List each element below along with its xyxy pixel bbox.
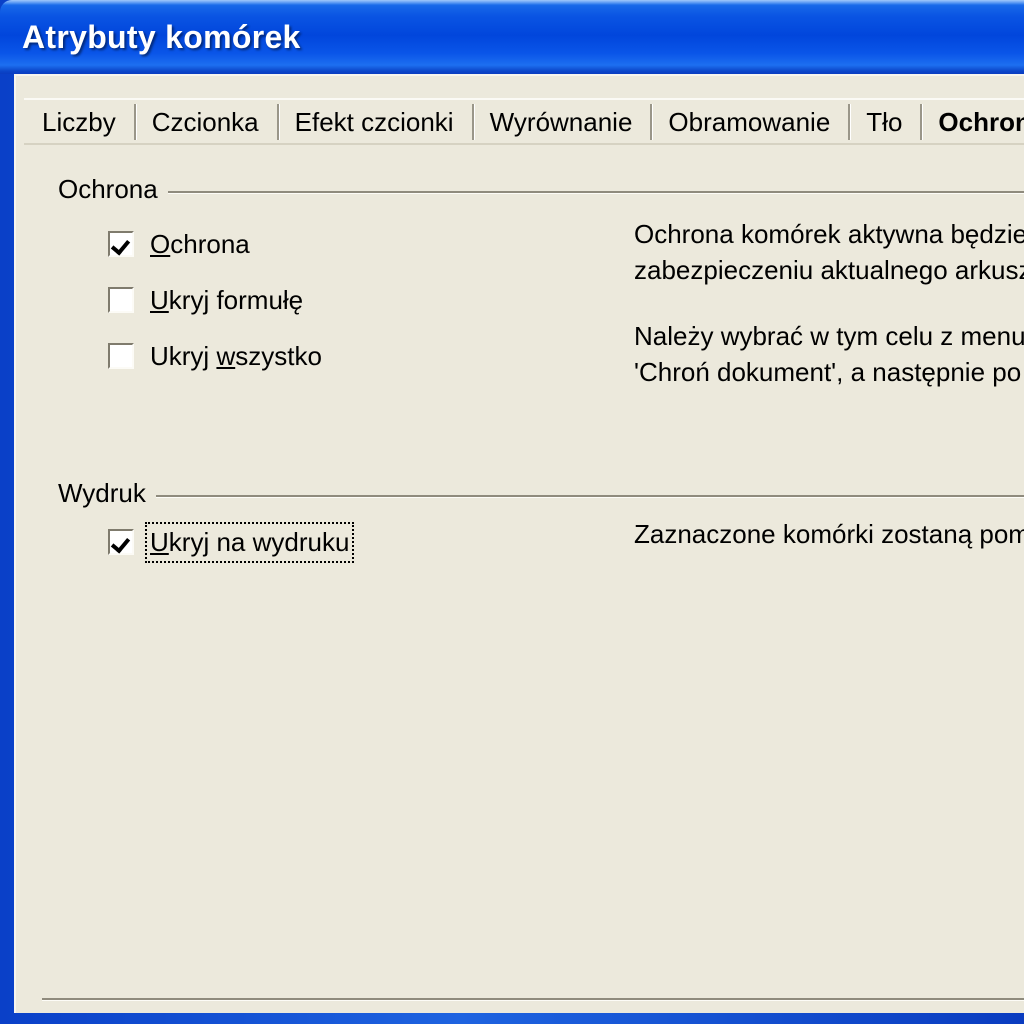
window-title: Atrybuty komórek xyxy=(22,19,301,55)
protection-description-line-3: Należy wybrać w tym celu z menu xyxy=(634,321,1024,351)
checkbox-ukryj-wszystko-label[interactable]: Ukryj wszystko xyxy=(150,341,322,372)
group-wydruk-rule xyxy=(58,495,1024,497)
checkbox-ukryj-formule-label[interactable]: Ukryj formułę xyxy=(150,285,303,316)
tab-label: Efekt czcionki xyxy=(294,106,454,137)
tab-strip-underline xyxy=(24,143,1024,145)
tab-label: Liczby xyxy=(42,106,116,137)
tab-label: Tło xyxy=(866,106,903,137)
checkbox-ochrona[interactable] xyxy=(108,231,134,257)
tab-content-ochrona: Ochrona Ochrona Ukryj formułę Ukryj wszy… xyxy=(16,146,1024,941)
group-wydruk-label: Wydruk xyxy=(58,478,156,509)
dialog-window: Atrybuty komórek Liczby Czcionka Efekt c… xyxy=(0,0,1024,1024)
checkbox-ukryj-formule[interactable] xyxy=(108,287,134,313)
checkbox-label-rest: kryj formułę xyxy=(168,284,304,315)
protection-description-line-1: Ochrona komórek aktywna będzie xyxy=(634,219,1024,249)
checkbox-ukryj-na-wydruku-label[interactable]: Ukryj na wydruku xyxy=(144,521,355,563)
tab-label: Wyrównanie xyxy=(489,106,633,137)
checkbox-label-rest: szystko xyxy=(235,340,322,371)
accel-char: O xyxy=(150,228,171,259)
accel-char: U xyxy=(150,284,169,315)
group-ochrona-rule xyxy=(58,191,1024,193)
dialog-body: Liczby Czcionka Efekt czcionki Wyrównani… xyxy=(14,74,1024,1013)
tab-wyrownanie[interactable]: Wyrównanie xyxy=(471,98,651,144)
tab-obramowanie[interactable]: Obramowanie xyxy=(650,98,849,144)
group-ochrona-header: Ochrona xyxy=(58,174,1024,205)
group-wydruk-header: Wydruk xyxy=(58,478,1024,509)
accel-char: w xyxy=(216,340,236,371)
title-bar[interactable]: Atrybuty komórek xyxy=(0,0,1024,74)
print-description-paragraph: Zaznaczone komórki zostaną pom xyxy=(634,516,1024,552)
accel-char: U xyxy=(150,526,169,557)
print-description-line-1: Zaznaczone komórki zostaną pom xyxy=(634,519,1024,549)
tab-label: Obramowanie xyxy=(668,106,831,137)
tab-czcionka[interactable]: Czcionka xyxy=(133,98,277,144)
tab-tlo[interactable]: Tło xyxy=(848,98,921,144)
checkbox-ukryj-na-wydruku[interactable] xyxy=(108,529,134,555)
protection-description-line-4: 'Chroń dokument', a następnie po xyxy=(634,357,1022,387)
checkbox-label-rest: kryj na wydruku xyxy=(168,526,350,557)
protection-description-paragraph-1: Ochrona komórek aktywna będzie zabezpiec… xyxy=(634,216,1024,288)
protection-description-line-2: zabezpieczeniu aktualnego arkusz xyxy=(634,255,1024,285)
protection-description-paragraph-2: Należy wybrać w tym celu z menu 'Chroń d… xyxy=(634,318,1024,390)
title-bar-highlight xyxy=(0,0,1024,5)
checkbox-ochrona-label[interactable]: Ochrona xyxy=(150,229,250,260)
tab-liczby[interactable]: Liczby xyxy=(24,98,134,144)
tab-strip: Liczby Czcionka Efekt czcionki Wyrównani… xyxy=(24,94,1024,144)
tab-label: Ochrona xyxy=(938,106,1024,137)
tab-label: Czcionka xyxy=(151,106,259,137)
tab-efekt-czcionki[interactable]: Efekt czcionki xyxy=(276,98,472,144)
checkbox-label-pre: Ukryj xyxy=(150,340,217,371)
group-ochrona-label: Ochrona xyxy=(58,174,168,205)
tab-ochrona[interactable]: Ochrona xyxy=(920,98,1024,144)
button-bar-separator xyxy=(42,998,1024,1000)
checkbox-label-rest: chrona xyxy=(170,228,250,259)
checkbox-ukryj-wszystko[interactable] xyxy=(108,343,134,369)
